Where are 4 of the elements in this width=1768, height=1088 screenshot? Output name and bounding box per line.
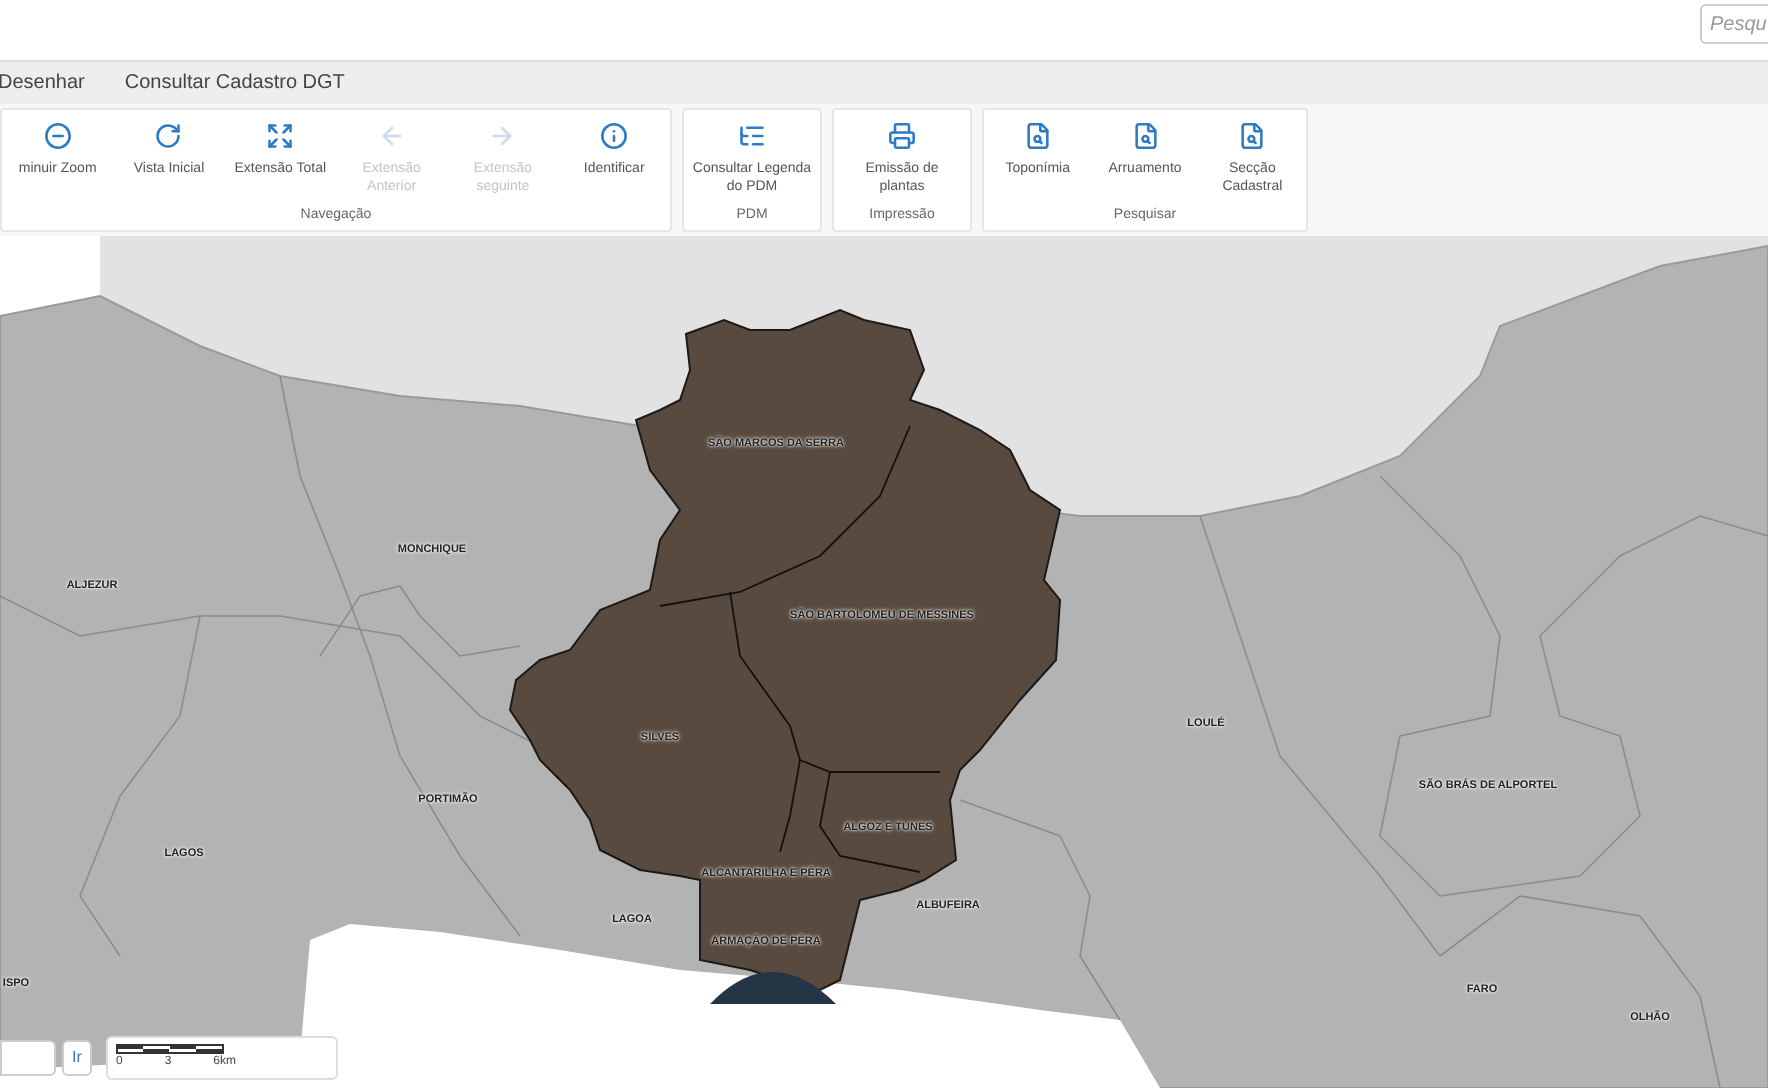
menu-tab[interactable]: Consultar Cadastro DGT	[124, 68, 345, 98]
go-button[interactable]: Ir	[62, 1040, 92, 1076]
menu-tab[interactable]: Desenhar	[0, 68, 85, 98]
search-field[interactable]: Pesqu	[1700, 4, 1768, 44]
